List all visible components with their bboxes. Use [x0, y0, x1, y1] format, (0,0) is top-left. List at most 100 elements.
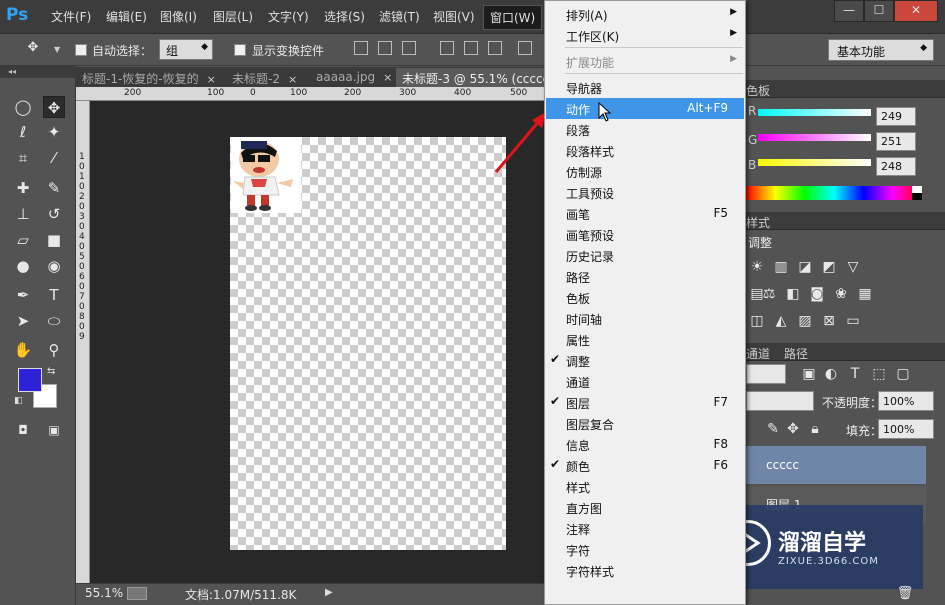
zoom-tool-icon[interactable]: ⚲ [43, 339, 65, 361]
photo-filter-icon[interactable]: ◙ [808, 285, 826, 303]
tab-close-icon[interactable]: × [288, 73, 297, 86]
color-balance-icon[interactable]: ⚖ [760, 285, 778, 303]
vibrance-icon[interactable]: ▽ [844, 258, 862, 276]
distribute-top-icon[interactable] [518, 41, 532, 55]
eraser-icon[interactable]: ▱ [12, 229, 34, 251]
window-menu-item[interactable]: 色板 [546, 287, 744, 308]
healing-brush-icon[interactable]: ✚ [12, 177, 34, 199]
menu-image[interactable]: 图像(I) [160, 8, 197, 25]
dodge-tool-icon[interactable]: ◉ [43, 255, 65, 277]
window-menu-item[interactable]: 工具预设 [546, 182, 744, 203]
window-menu-item[interactable]: 注释 [546, 518, 744, 539]
window-menu-item[interactable]: 图层复合 [546, 413, 744, 434]
menu-window[interactable]: 窗口(W) [483, 5, 543, 30]
maximize-button[interactable]: ☐ [864, 0, 894, 22]
close-button[interactable]: ✕ [894, 0, 938, 22]
green-value[interactable]: 251 [876, 132, 916, 151]
collapse-icon[interactable]: ◂◂ [8, 67, 16, 76]
minimize-button[interactable]: — [834, 0, 864, 22]
selective-color-icon[interactable]: ⊠ [820, 312, 838, 330]
type-tool-icon[interactable]: T [43, 284, 65, 306]
window-menu-item[interactable]: 历史记录 [546, 245, 744, 266]
marquee-tool-icon[interactable]: ◯ [12, 96, 34, 118]
layer-filter-dropdown[interactable] [746, 364, 786, 384]
filter-type-icon[interactable]: T [846, 365, 864, 383]
align-bottom-icon[interactable] [402, 41, 416, 55]
blend-mode-dropdown[interactable] [746, 391, 814, 411]
chevron-down-icon[interactable]: ▼ [54, 45, 60, 54]
lock-position-icon[interactable]: ✥ [784, 420, 802, 438]
filter-adjust-icon[interactable]: ◐ [822, 365, 840, 383]
align-left-icon[interactable] [440, 41, 454, 55]
window-menu-item[interactable]: ✔ 调整 [546, 350, 744, 371]
tab-close-icon[interactable]: × [383, 71, 392, 84]
foreground-color-swatch[interactable] [18, 368, 42, 392]
show-transform-checkbox[interactable] [234, 44, 246, 56]
clone-stamp-icon[interactable]: ⊥ [12, 203, 34, 225]
align-hcenter-icon[interactable] [464, 41, 478, 55]
window-menu-item[interactable]: 画笔预设 [546, 224, 744, 245]
window-menu-item[interactable]: ✔ 颜色 F6 [546, 455, 744, 476]
lock-pixels-icon[interactable]: ✎ [764, 420, 782, 438]
status-menu-arrow-icon[interactable]: ▶ [325, 587, 333, 598]
pen-tool-icon[interactable]: ✒ [12, 284, 34, 306]
status-info-icon[interactable] [127, 587, 147, 600]
workspace-dropdown[interactable]: 基本功能 ◆ [828, 39, 934, 61]
window-menu-item[interactable]: 样式 [546, 476, 744, 497]
eyedropper-icon[interactable]: ⁄ [43, 147, 65, 169]
opacity-input[interactable]: 100% [878, 391, 934, 411]
posterize-icon[interactable]: ◭ [772, 312, 790, 330]
window-menu-item[interactable]: 时间轴 [546, 308, 744, 329]
tab-document-2[interactable]: 未标题-2 × [226, 68, 303, 87]
tab-close-icon[interactable]: × [207, 73, 216, 86]
swap-colors-icon[interactable]: ⇆ [47, 366, 55, 377]
tab-paths[interactable]: 路径 [784, 345, 808, 362]
blue-value[interactable]: 248 [876, 157, 916, 176]
fill-input[interactable]: 100% [878, 419, 934, 439]
window-menu-item[interactable]: 画笔 F5 [546, 203, 744, 224]
align-vcenter-icon[interactable] [378, 41, 392, 55]
menu-select[interactable]: 选择(S) [324, 8, 365, 25]
window-menu-item[interactable]: 排列(A) ▶ [546, 4, 744, 25]
exposure-icon[interactable]: ◩ [820, 258, 838, 276]
menu-view[interactable]: 视图(V) [433, 8, 475, 25]
menu-filter[interactable]: 滤镜(T) [379, 8, 420, 25]
invert-icon[interactable]: ◫ [748, 312, 766, 330]
lasso-tool-icon[interactable]: ℓ [12, 121, 34, 143]
window-menu-item[interactable]: ✔ 图层 F7 [546, 392, 744, 413]
window-menu-item[interactable]: 路径 [546, 266, 744, 287]
color-lookup-icon[interactable]: ▦ [856, 285, 874, 303]
hand-tool-icon[interactable]: ✋ [12, 339, 34, 361]
channel-mixer-icon[interactable]: ❀ [832, 285, 850, 303]
filter-image-icon[interactable]: ▣ [800, 365, 818, 383]
gradient-map-icon[interactable]: ▭ [844, 312, 862, 330]
menu-layer[interactable]: 图层(L) [213, 8, 253, 25]
tab-document-3[interactable]: aaaaa.jpg × [310, 68, 398, 87]
ellipse-tool-icon[interactable]: ⬭ [43, 310, 65, 332]
window-menu-item[interactable]: 直方图 [546, 497, 744, 518]
tab-styles[interactable]: 样式 [746, 214, 770, 231]
cartoon-character-image[interactable] [231, 137, 301, 213]
screen-mode-icon[interactable]: ▣ [43, 419, 65, 441]
align-top-icon[interactable] [354, 41, 368, 55]
window-menu-item[interactable]: 字符 [546, 539, 744, 560]
blur-tool-icon[interactable]: ● [12, 255, 34, 277]
crop-tool-icon[interactable]: ⌗ [12, 147, 34, 169]
tab-channels[interactable]: 通道 [746, 345, 770, 362]
window-menu-item[interactable]: 动作 Alt+F9 [546, 98, 744, 122]
history-brush-icon[interactable]: ↺ [43, 203, 65, 225]
red-slider[interactable] [758, 109, 871, 116]
lock-all-icon[interactable]: 🔒︎ [806, 420, 824, 438]
filter-smart-icon[interactable]: ▢ [894, 365, 912, 383]
window-menu-item[interactable]: 仿制源 [546, 161, 744, 182]
filter-shape-icon[interactable]: ⬚ [870, 365, 888, 383]
default-colors-icon[interactable]: ◧ [14, 396, 23, 406]
auto-select-checkbox[interactable] [75, 44, 87, 56]
quick-mask-icon[interactable]: ◘ [12, 419, 34, 441]
window-menu-item[interactable]: 信息 F8 [546, 434, 744, 455]
window-menu-item[interactable]: 段落样式 [546, 140, 744, 161]
move-tool-preset-icon[interactable]: ✥ [22, 37, 44, 59]
align-right-icon[interactable] [488, 41, 502, 55]
menu-file[interactable]: 文件(F) [51, 8, 91, 25]
move-tool-icon[interactable]: ✥ [43, 96, 65, 118]
